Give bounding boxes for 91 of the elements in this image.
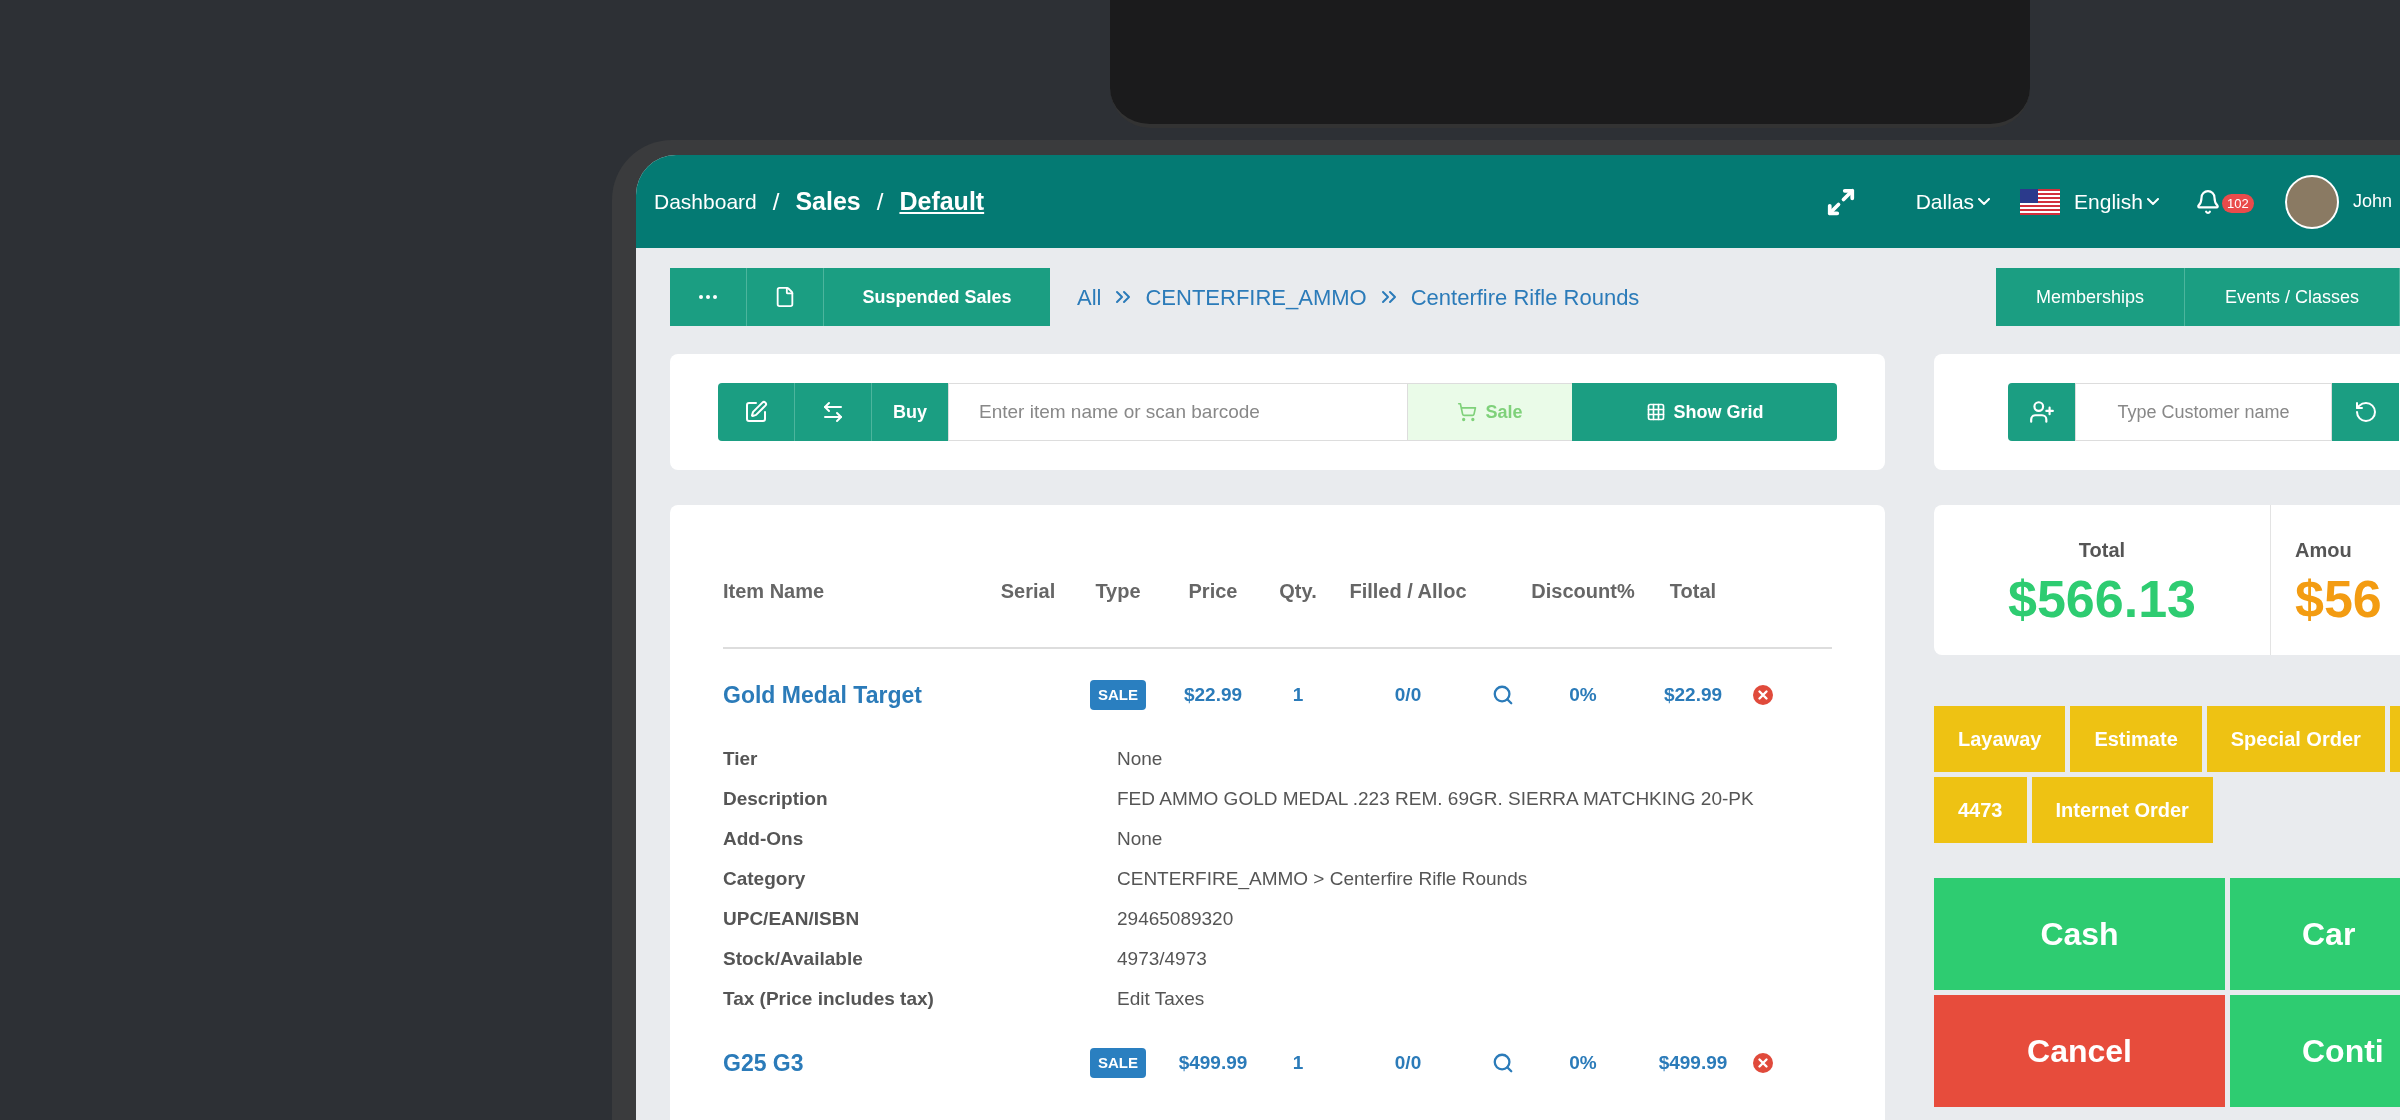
column-header: Discount% bbox=[1530, 579, 1636, 604]
reset-button[interactable] bbox=[2332, 383, 2399, 441]
document-icon bbox=[774, 286, 796, 308]
search-icon[interactable] bbox=[1492, 684, 1514, 706]
fullscreen-icon[interactable] bbox=[1825, 186, 1856, 217]
show-grid-button[interactable]: Show Grid bbox=[1572, 383, 1837, 441]
column-header: Filled / Alloc bbox=[1348, 579, 1468, 604]
column-header: Type bbox=[1094, 579, 1142, 604]
flag-icon bbox=[2020, 188, 2061, 215]
detail-label: Category bbox=[723, 867, 807, 891]
summary-amount: $566.13 bbox=[2008, 573, 2196, 625]
column-header: Price bbox=[1187, 579, 1239, 604]
detail-label: UPC/EAN/ISBN bbox=[723, 907, 861, 931]
search-icon[interactable] bbox=[1492, 1052, 1514, 1074]
total-cell-text: $499.99 bbox=[1657, 1050, 1729, 1075]
breadcrumb-link[interactable]: Sales bbox=[795, 182, 861, 221]
detail-label: Stock/Available bbox=[723, 947, 864, 971]
detail-value: None bbox=[1117, 747, 1164, 771]
order-type-button[interactable]: Special Order bbox=[2206, 706, 2385, 772]
more-icon bbox=[699, 295, 717, 299]
order-type-button[interactable]: 4473 bbox=[1934, 777, 2027, 843]
add-customer-button[interactable] bbox=[2008, 383, 2075, 441]
language-dropdown[interactable]: English bbox=[2074, 185, 2159, 218]
breadcrumb-separator: / bbox=[876, 186, 884, 217]
suspended-sales-button[interactable]: Suspended Sales bbox=[824, 268, 1050, 326]
column-header: Item Name bbox=[723, 579, 826, 604]
item-name-link[interactable]: G25 G3 bbox=[723, 1045, 983, 1081]
nav-button[interactable]: Events / Classes bbox=[2184, 268, 2400, 326]
price-cell-text: $499.99 bbox=[1177, 1050, 1249, 1075]
nav-button[interactable]: Memberships bbox=[1995, 268, 2185, 326]
total-cell-text: $22.99 bbox=[1662, 682, 1724, 707]
detail-label: Tier bbox=[723, 747, 759, 771]
bell-icon[interactable] bbox=[2194, 188, 2221, 215]
category-link[interactable]: Centerfire Rifle Rounds bbox=[1410, 280, 1640, 314]
column-header: Total bbox=[1668, 579, 1718, 604]
chevron-down-icon bbox=[2146, 198, 2159, 205]
summary-label: Amou bbox=[2295, 538, 2352, 563]
detail-value: 29465089320 bbox=[1117, 907, 1235, 931]
summary-amount: $56 bbox=[2295, 573, 2382, 625]
edit-button[interactable] bbox=[718, 383, 795, 441]
price-cell-text: $22.99 bbox=[1182, 682, 1244, 707]
detail-label: Tax (Price includes tax) bbox=[723, 987, 935, 1011]
payment-button[interactable]: Car bbox=[2230, 878, 2400, 990]
order-type-button[interactable]: Estimate bbox=[2070, 706, 2202, 772]
qty-cell-text: 1 bbox=[1291, 682, 1305, 707]
detail-label: Add-Ons bbox=[723, 827, 805, 851]
detail-value: FED AMMO GOLD MEDAL .223 REM. 69GR. SIERRA MATCHKING 20-PK bbox=[1117, 787, 1755, 811]
add-user-icon bbox=[2028, 399, 2055, 425]
swap-arrows-icon bbox=[821, 400, 845, 424]
remove-icon[interactable] bbox=[1752, 1052, 1774, 1074]
order-type-button[interactable]: Layaway bbox=[1934, 706, 2066, 772]
detail-value: CENTERFIRE_AMMO > Centerfire Rifle Rounds bbox=[1117, 867, 1529, 892]
payment-button[interactable]: Cancel bbox=[1934, 995, 2225, 1107]
document-button[interactable] bbox=[747, 268, 824, 326]
refresh-icon bbox=[2353, 400, 2378, 424]
order-type-button[interactable]: Internet Order bbox=[2031, 777, 2213, 843]
sale-button[interactable]: Sale bbox=[1408, 383, 1572, 441]
summary-label: Total bbox=[2078, 538, 2126, 563]
item-name-link[interactable]: Gold Medal Target bbox=[723, 677, 983, 713]
qty-cell-text: 1 bbox=[1291, 1050, 1305, 1075]
customer-search-field[interactable]: Type Customer name bbox=[2075, 383, 2332, 441]
location-dropdown[interactable]: Dallas bbox=[1915, 185, 1991, 218]
breadcrumb-link[interactable]: Default bbox=[899, 182, 985, 221]
type-badge: SALE bbox=[1090, 1047, 1146, 1079]
filled-cell-text: 0/0 bbox=[1393, 1050, 1423, 1075]
item-search-field[interactable]: Enter item name or scan barcode bbox=[948, 383, 1408, 441]
detail-value: None bbox=[1117, 827, 1164, 851]
detail-value: Edit Taxes bbox=[1117, 987, 1206, 1011]
notification-badge: 102 bbox=[2221, 193, 2254, 213]
remove-icon[interactable] bbox=[1752, 684, 1774, 706]
edit-icon bbox=[744, 400, 768, 424]
chevron-down-icon bbox=[1978, 198, 1991, 205]
buy-button[interactable]: Buy bbox=[872, 383, 948, 441]
breadcrumb-link[interactable]: Dashboard bbox=[654, 185, 757, 218]
swap-button[interactable] bbox=[795, 383, 872, 441]
discount-cell-text: 0% bbox=[1568, 682, 1598, 707]
column-header: Serial bbox=[999, 579, 1057, 604]
detail-value: 4973/4973 bbox=[1117, 947, 1208, 971]
cart-icon bbox=[1457, 402, 1478, 422]
detail-label: Description bbox=[723, 787, 829, 811]
category-link[interactable]: All bbox=[1077, 280, 1102, 314]
grid-icon bbox=[1645, 402, 1666, 422]
category-link[interactable]: CENTERFIRE_AMMO bbox=[1145, 280, 1367, 314]
breadcrumb-separator: / bbox=[772, 186, 780, 217]
filled-cell-text: 0/0 bbox=[1393, 682, 1423, 707]
user-name[interactable]: John bbox=[2352, 188, 2392, 215]
type-badge: SALE bbox=[1090, 679, 1146, 711]
column-header: Qty. bbox=[1278, 579, 1318, 604]
discount-cell-text: 0% bbox=[1568, 1050, 1598, 1075]
payment-button[interactable]: Conti bbox=[2230, 995, 2400, 1107]
payment-button[interactable]: Cash bbox=[1934, 878, 2225, 990]
